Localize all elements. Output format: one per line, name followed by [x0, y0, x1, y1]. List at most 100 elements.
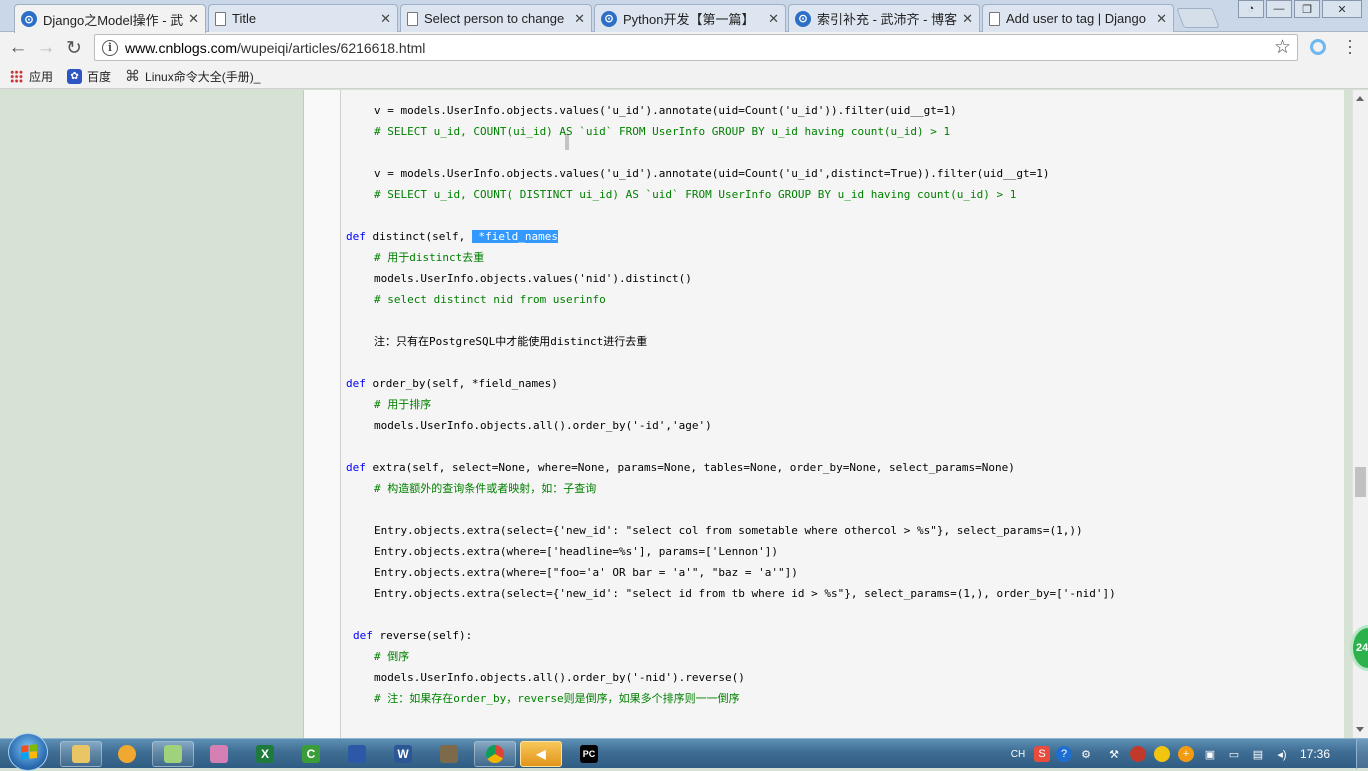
- speaker-icon: ◀: [536, 747, 546, 761]
- taskbar-word[interactable]: W: [382, 741, 424, 767]
- blog-icon: ⊙: [795, 10, 811, 27]
- new-tab-button[interactable]: [1176, 8, 1220, 28]
- close-icon[interactable]: ✕: [188, 11, 199, 27]
- taskbar-notepad[interactable]: [152, 741, 194, 767]
- bookmark-label: 应用: [29, 69, 54, 84]
- security-icon[interactable]: [1154, 746, 1170, 762]
- back-button[interactable]: ←: [7, 37, 29, 59]
- bookmark-label: Linux命令大全(手册)_: [145, 69, 261, 84]
- info-icon[interactable]: i: [102, 39, 118, 56]
- url-text[interactable]: www.cnblogs.com/wupeiqi/articles/6216618…: [125, 40, 1274, 56]
- taskbar-app-6[interactable]: C: [290, 741, 332, 767]
- code-line: Entry.objects.extra(where=["foo='a' OR b…: [374, 566, 798, 579]
- clock[interactable]: 17:36: [1300, 747, 1330, 761]
- blog-icon: ⊙: [601, 10, 617, 27]
- show-desktop-button[interactable]: [1356, 739, 1368, 769]
- volume-icon[interactable]: ◂): [1274, 746, 1290, 762]
- editor-icon: C: [302, 745, 320, 763]
- user-icon[interactable]: ◔: [1238, 0, 1264, 18]
- address-bar[interactable]: i www.cnblogs.com/wupeiqi/articles/62166…: [94, 34, 1298, 61]
- close-icon[interactable]: ✕: [380, 11, 391, 27]
- code-comment: # SELECT u_id, COUNT( DISTINCT ui_id) AS…: [374, 188, 1017, 201]
- tab-index-supplement[interactable]: ⊙ 索引补充 - 武沛齐 - 博客 ✕: [788, 4, 980, 32]
- network-icon[interactable]: ▤: [1250, 746, 1266, 762]
- url-path: /wupeiqi/articles/6216618.html: [237, 39, 426, 56]
- close-icon[interactable]: ✕: [574, 11, 585, 27]
- taskbar-app-4[interactable]: [198, 741, 240, 767]
- forward-button[interactable]: →: [35, 37, 57, 59]
- close-icon[interactable]: ✕: [962, 11, 973, 27]
- page-icon: [989, 11, 1000, 26]
- notepad-icon: [164, 745, 182, 763]
- code-line: models.UserInfo.objects.all().order_by('…: [374, 671, 745, 684]
- tab-title-page[interactable]: Title ✕: [208, 4, 398, 32]
- code-line: Entry.objects.extra(select={'new_id': "s…: [374, 524, 1083, 537]
- bookmark-apps[interactable]: 应用: [10, 68, 53, 85]
- monitor-icon[interactable]: ▭: [1226, 746, 1242, 762]
- keyword-def: def: [346, 377, 366, 390]
- taskbar-pycharm[interactable]: PC: [568, 741, 610, 767]
- taskbar-excel[interactable]: X: [244, 741, 286, 767]
- reload-button[interactable]: ↻: [63, 37, 85, 59]
- bookmark-star-icon[interactable]: ☆: [1274, 36, 1291, 59]
- qq-icon: [118, 745, 136, 763]
- code-comment: # select distinct nid from userinfo: [374, 293, 606, 306]
- taskbar-explorer[interactable]: [60, 741, 102, 767]
- code-comment: # SELECT u_id, COUNT(ui_id) AS `uid` FRO…: [374, 125, 951, 138]
- badge-count: 24: [1356, 642, 1368, 654]
- code-line: v = models.UserInfo.objects.values('u_id…: [374, 104, 957, 117]
- url-host: www.cnblogs.com: [125, 39, 238, 56]
- ime-settings-icon[interactable]: ⚙: [1078, 746, 1094, 762]
- restore-button[interactable]: ❐: [1294, 0, 1320, 18]
- scroll-down-icon[interactable]: [1356, 727, 1364, 732]
- code-comment: # 用于排序: [374, 398, 432, 411]
- language-indicator[interactable]: CH: [1010, 746, 1026, 762]
- help-icon[interactable]: ?: [1056, 746, 1072, 762]
- code-note: 注：只有在PostgreSQL中才能使用distinct进行去重: [374, 335, 648, 348]
- taskbar-app-active[interactable]: ◀: [520, 741, 562, 767]
- record-icon[interactable]: [1130, 746, 1146, 762]
- baidu-paw-icon: ✿: [67, 68, 83, 84]
- code-line: Entry.objects.extra(select={'new_id': "s…: [374, 587, 1116, 600]
- folder-icon: [72, 745, 90, 763]
- close-icon[interactable]: ✕: [768, 11, 779, 27]
- save-icon: [348, 745, 366, 763]
- code-comment: # 用于distinct去重: [374, 251, 485, 264]
- taskbar-app-9[interactable]: [428, 741, 470, 767]
- tab-add-user-to-tag[interactable]: Add user to tag | Django ✕: [982, 4, 1174, 32]
- apps-grid-icon: [10, 69, 23, 83]
- taskbar-app-2[interactable]: [106, 741, 148, 767]
- add-icon[interactable]: +: [1178, 746, 1194, 762]
- tab-select-person[interactable]: Select person to change ✕: [400, 4, 592, 32]
- windows-logo-icon: [21, 744, 37, 760]
- scroll-up-icon[interactable]: [1356, 96, 1364, 101]
- close-window-button[interactable]: ✕: [1322, 0, 1362, 18]
- close-icon[interactable]: ✕: [1156, 11, 1167, 27]
- selected-text[interactable]: *field_names: [471, 230, 558, 243]
- display-icon[interactable]: ▣: [1202, 746, 1218, 762]
- start-button[interactable]: [8, 733, 48, 771]
- code-def-order-by: def order_by(self, *field_names): [346, 377, 558, 391]
- tab-strip: ⊙ Django之Model操作 - 武沛齐 ✕ Title ✕ Select …: [0, 0, 1368, 33]
- paint-icon: [210, 745, 228, 763]
- page-icon: [407, 11, 418, 26]
- windows-taskbar: X C W ◀ PC CH S ? ⚙ ⚒ + ▣ ▭ ▤ ◂) 17:36: [0, 733, 1368, 771]
- code-text: distinct(self,: [365, 230, 472, 243]
- sogou-icon[interactable]: S: [1034, 746, 1050, 762]
- bookmark-baidu[interactable]: ✿ 百度: [67, 68, 111, 85]
- taskbar-app-7[interactable]: [336, 741, 378, 767]
- minimize-button[interactable]: —: [1266, 0, 1292, 18]
- menu-icon[interactable]: · · ·: [1346, 31, 1354, 61]
- network-tool-icon[interactable]: ⚒: [1106, 746, 1122, 762]
- tab-django-model[interactable]: ⊙ Django之Model操作 - 武沛齐 ✕: [14, 4, 206, 33]
- code-line: v = models.UserInfo.objects.values('u_id…: [374, 167, 1050, 180]
- bookmark-linux-commands[interactable]: ⌘ Linux命令大全(手册)_: [125, 67, 260, 85]
- word-icon: W: [394, 745, 412, 763]
- tab-python-dev[interactable]: ⊙ Python开发【第一篇】 ✕: [594, 4, 786, 32]
- scrollbar-thumb[interactable]: [1355, 467, 1366, 497]
- extension-icon[interactable]: [1310, 39, 1326, 55]
- taskbar-chrome[interactable]: [474, 741, 516, 767]
- code-text: reverse(self):: [372, 629, 473, 642]
- keyword-def: def: [346, 461, 366, 474]
- code-comment: # 注：如果存在order_by，reverse则是倒序，如果多个排序则一一倒序: [374, 692, 740, 705]
